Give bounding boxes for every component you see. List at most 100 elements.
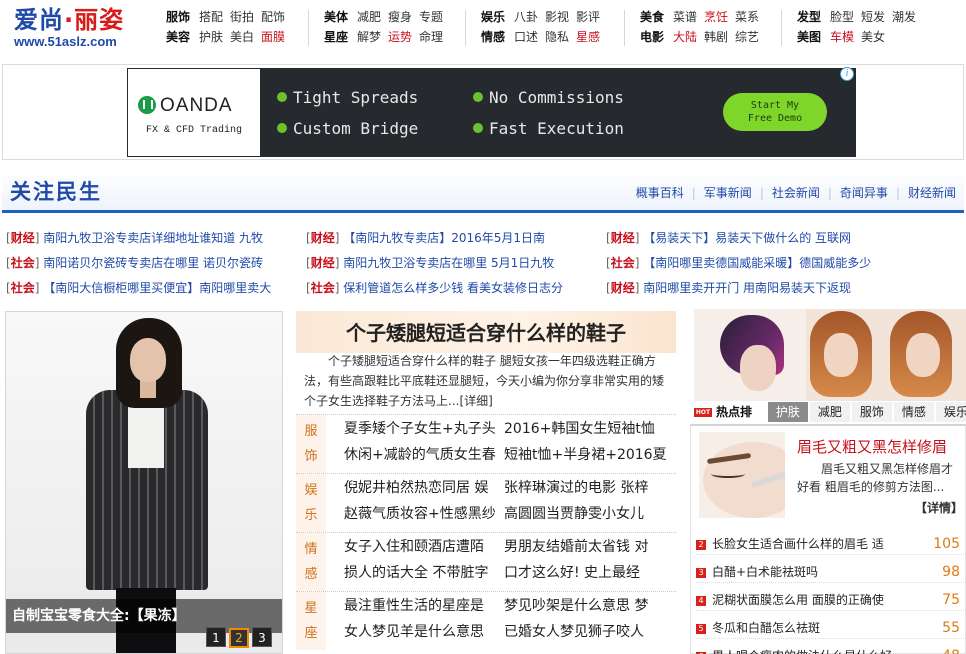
headline-item[interactable]: [财经] 南阳九牧卫浴专卖店详细地址谁知道 九牧: [6, 228, 296, 248]
nav-link[interactable]: 配饰: [261, 8, 285, 26]
headline-item[interactable]: [社会] 【南阳大信橱柜哪里买便宜】南阳哪里卖大: [6, 278, 296, 298]
nav-link[interactable]: 菜系: [735, 8, 759, 26]
category-article-link[interactable]: 已婚女人梦见狮子咬人: [504, 621, 644, 643]
rank-title[interactable]: 冬瓜和白醋怎么祛斑: [712, 621, 820, 635]
nav-category-link[interactable]: 情感: [481, 28, 505, 46]
headline-link[interactable]: 【易装天下】易装天下做什么的 互联网: [643, 231, 851, 245]
category-label[interactable]: 服饰: [296, 415, 326, 473]
nav-link[interactable]: 专题: [419, 8, 443, 26]
headline-link[interactable]: 南阳哪里卖开开门 用南阳易装天下返现: [643, 281, 851, 295]
nav-link[interactable]: 运势: [388, 28, 412, 46]
eyebrow-thumbnail[interactable]: [699, 432, 785, 518]
headline-link[interactable]: 南阳诺贝尔瓷砖专卖店在哪里 诺贝尔瓷砖: [43, 256, 263, 270]
rank-item[interactable]: 2 长脸女生适合画什么样的眉毛 适 105: [696, 533, 964, 555]
rank-title[interactable]: 男人喝个瘦肉的做法什么是什么好: [712, 649, 892, 654]
nav-category-link[interactable]: 星座: [324, 28, 348, 46]
nav-link[interactable]: 韩剧: [704, 28, 728, 46]
section-link[interactable]: 社会新闻: [764, 184, 828, 201]
nav-link[interactable]: 美白: [230, 28, 254, 46]
ad-demo-button[interactable]: Start My Free Demo: [723, 93, 827, 131]
section-link[interactable]: 概事百科: [628, 184, 692, 201]
nav-link[interactable]: 护肤: [199, 28, 223, 46]
nav-link[interactable]: 菜谱: [673, 8, 697, 26]
category-article-link[interactable]: 女人梦见羊是什么意思: [344, 624, 484, 640]
headline-link[interactable]: 南阳九牧卫浴专卖店在哪里 5月1日九牧: [343, 256, 554, 270]
rank-item[interactable]: 3 白醋+白术能祛斑吗 98: [696, 561, 964, 583]
nav-category-link[interactable]: 发型: [797, 8, 821, 26]
rank-tab[interactable]: 情感: [893, 402, 934, 422]
headline-item[interactable]: [财经] 【南阳九牧专卖店】2016年5月1日南: [306, 228, 596, 248]
nav-link[interactable]: 影视: [545, 8, 569, 26]
nav-category-link[interactable]: 美图: [797, 28, 821, 46]
section-link[interactable]: 财经新闻: [900, 184, 964, 201]
category-article-link[interactable]: 梦见吵架是什么意思 梦: [504, 595, 648, 617]
rank-title[interactable]: 白醋+白术能祛斑吗: [712, 565, 818, 579]
rank-box-more-link[interactable]: 【详情】: [915, 499, 963, 516]
feature-more-link[interactable]: [详细]: [459, 394, 492, 408]
nav-link[interactable]: 隐私: [545, 28, 569, 46]
rank-box-title[interactable]: 眉毛又粗又黑怎样修眉: [797, 436, 947, 457]
headline-item[interactable]: [社会] 保利管道怎么样多少钱 看美女装修日志分: [306, 278, 596, 298]
category-article-link[interactable]: 损人的话大全 不带脏字: [344, 565, 488, 581]
headline-link[interactable]: 【南阳大信橱柜哪里买便宜】南阳哪里卖大: [43, 281, 271, 295]
nav-link[interactable]: 车模: [830, 28, 854, 46]
rank-title[interactable]: 长脸女生适合画什么样的眉毛 适: [712, 537, 884, 551]
nav-link[interactable]: 口述: [514, 28, 538, 46]
slide-page-button[interactable]: 3: [252, 627, 272, 647]
nav-link[interactable]: 八卦: [514, 8, 538, 26]
headline-link[interactable]: 【南阳哪里卖德国威能采暖】德国威能多少: [643, 256, 871, 270]
slideshow[interactable]: 自制宝宝零食大全:【果冻】 123: [5, 311, 283, 654]
section-link[interactable]: 军事新闻: [696, 184, 760, 201]
nav-link[interactable]: 烹饪: [704, 8, 728, 26]
category-article-link[interactable]: 男朋友结婚前太省钱 对: [504, 536, 648, 558]
nav-category-link[interactable]: 美食: [640, 8, 664, 26]
category-article-link[interactable]: 休闲+减龄的气质女生春: [344, 447, 496, 463]
nav-category-link[interactable]: 服饰: [166, 8, 190, 26]
category-article-link[interactable]: 倪妮井柏然热恋同居 娱: [344, 480, 488, 496]
slide-page-button[interactable]: 1: [206, 627, 226, 647]
nav-link[interactable]: 解梦: [357, 28, 381, 46]
category-article-link[interactable]: 口才这么好! 史上最经: [504, 562, 640, 584]
headline-item[interactable]: [社会] 【南阳哪里卖德国威能采暖】德国威能多少: [606, 253, 896, 273]
nav-link[interactable]: 脸型: [830, 8, 854, 26]
ad-info-icon[interactable]: i: [840, 67, 854, 81]
category-label[interactable]: 星座: [296, 592, 326, 650]
site-logo[interactable]: 爱尚·丽姿 www.51aslz.com: [14, 6, 154, 52]
category-label[interactable]: 情感: [296, 533, 326, 591]
hair-style-image[interactable]: [694, 309, 966, 401]
nav-link[interactable]: 面膜: [261, 28, 285, 46]
category-article-link[interactable]: 2016+韩国女生短袖t恤: [504, 418, 655, 440]
category-article-link[interactable]: 最注重性生活的星座是: [344, 598, 484, 614]
nav-link[interactable]: 搭配: [199, 8, 223, 26]
category-article-link[interactable]: 夏季矮个子女生+丸子头: [344, 421, 496, 437]
rank-item[interactable]: 5 冬瓜和白醋怎么祛斑 55: [696, 617, 964, 639]
category-article-link[interactable]: 女子入住和颐酒店遭陌: [344, 539, 484, 555]
headline-link[interactable]: 保利管道怎么样多少钱 看美女装修日志分: [343, 281, 563, 295]
headline-item[interactable]: [财经] 【易装天下】易装天下做什么的 互联网: [606, 228, 896, 248]
nav-link[interactable]: 命理: [419, 28, 443, 46]
headline-item[interactable]: [财经] 南阳九牧卫浴专卖店在哪里 5月1日九牧: [306, 253, 596, 273]
category-article-link[interactable]: 高圆圆当贾静雯小女儿: [504, 503, 644, 525]
headline-item[interactable]: [财经] 南阳哪里卖开开门 用南阳易装天下返现: [606, 278, 896, 298]
nav-category-link[interactable]: 电影: [640, 28, 664, 46]
rank-tab[interactable]: 服饰: [851, 402, 892, 422]
category-article-link[interactable]: 赵薇气质妆容+性感黑纱: [344, 506, 496, 522]
section-link[interactable]: 奇闻异事: [832, 184, 896, 201]
headline-item[interactable]: [社会] 南阳诺贝尔瓷砖专卖店在哪里 诺贝尔瓷砖: [6, 253, 296, 273]
nav-link[interactable]: 影评: [576, 8, 600, 26]
slide-page-button[interactable]: 2: [229, 628, 249, 648]
category-article-link[interactable]: 短袖t恤+半身裙+2016夏: [504, 444, 667, 466]
rank-tab[interactable]: 娱乐: [935, 402, 966, 422]
nav-link[interactable]: 瘦身: [388, 8, 412, 26]
nav-link[interactable]: 综艺: [735, 28, 759, 46]
nav-link[interactable]: 短发: [861, 8, 885, 26]
rank-title[interactable]: 泥糊状面膜怎么用 面膜的正确使: [712, 593, 884, 607]
headline-link[interactable]: 【南阳九牧专卖店】2016年5月1日南: [343, 231, 545, 245]
nav-link[interactable]: 街拍: [230, 8, 254, 26]
rank-item[interactable]: 6男人喝个瘦肉的做法什么是什么好48: [696, 645, 964, 654]
rank-item[interactable]: 4 泥糊状面膜怎么用 面膜的正确使 75: [696, 589, 964, 611]
nav-link[interactable]: 潮发: [892, 8, 916, 26]
nav-category-link[interactable]: 美容: [166, 28, 190, 46]
nav-link[interactable]: 星感: [576, 28, 600, 46]
nav-link[interactable]: 减肥: [357, 8, 381, 26]
